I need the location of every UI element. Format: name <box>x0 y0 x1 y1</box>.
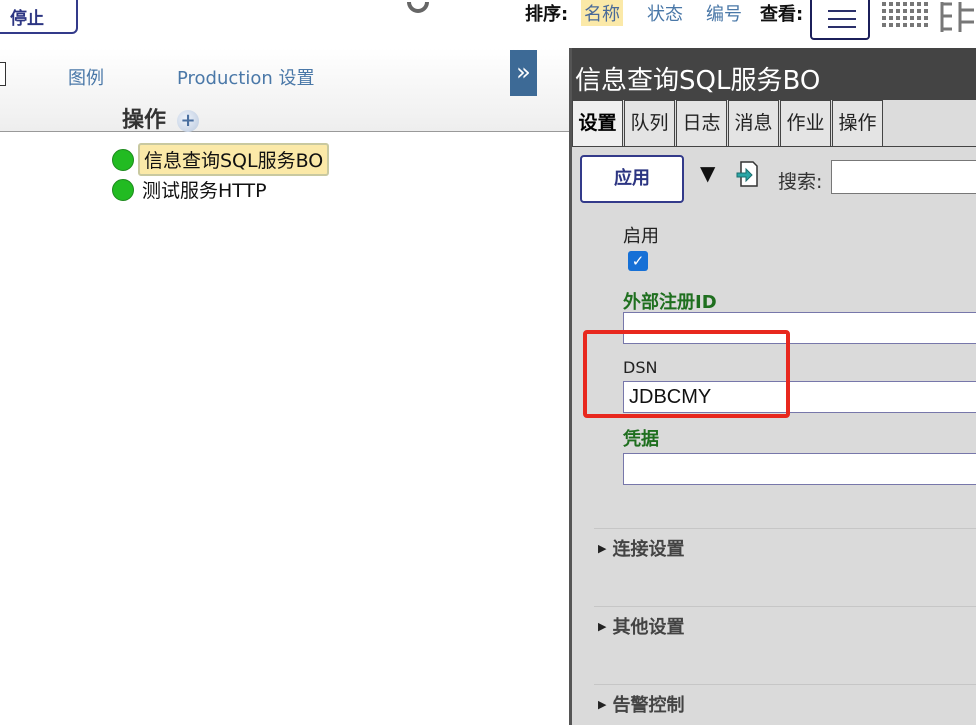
dropdown-triangle-icon[interactable]: ▼ <box>700 161 715 185</box>
enabled-label: 启用 <box>623 226 659 247</box>
refresh-spinner-icon <box>407 1 429 13</box>
credentials-label: 凭据 <box>623 429 659 450</box>
section-connection-settings[interactable]: ▶ 连接设置 <box>594 528 976 560</box>
expand-caret-icon: ▶ <box>598 620 607 633</box>
enabled-checkbox[interactable]: ✓ <box>628 251 648 271</box>
settings-detail-pane: 信息查询SQL服务BO 设置 队列 日志 消息 作业 操作 应用 ▼ 搜索: 启… <box>572 48 976 725</box>
service-label[interactable]: 信息查询SQL服务BO <box>138 143 330 176</box>
sort-option-status[interactable]: 状态 <box>644 0 686 26</box>
external-id-label: 外部注册ID <box>623 292 717 313</box>
section-header[interactable]: ▶ 其他设置 <box>598 613 684 639</box>
view-grid-icon[interactable] <box>880 0 930 36</box>
expand-caret-icon: ▶ <box>598 542 607 555</box>
tab-queue[interactable]: 队列 <box>624 100 675 146</box>
service-label[interactable]: 测试服务HTTP <box>138 175 271 204</box>
view-list-button[interactable] <box>810 0 870 40</box>
section-other-settings[interactable]: ▶ 其他设置 <box>594 606 976 638</box>
add-operation-icon[interactable]: + <box>177 110 199 132</box>
section-alert-control[interactable]: ▶ 告警控制 <box>594 684 976 716</box>
view-columns-icon[interactable] <box>938 0 976 36</box>
left-pane-header: 图例 Production 设置 » 操作 + <box>0 48 570 133</box>
tab-messages[interactable]: 消息 <box>728 100 779 146</box>
credentials-field[interactable] <box>623 453 976 485</box>
section-header[interactable]: ▶ 告警控制 <box>598 691 684 717</box>
detail-title: 信息查询SQL服务BO <box>575 66 821 96</box>
tab-jobs[interactable]: 作业 <box>780 100 831 146</box>
export-document-icon[interactable] <box>735 161 759 187</box>
tab-legend[interactable]: 图例 <box>68 64 104 90</box>
settings-form: 应用 ▼ 搜索: 启用 ✓ 外部注册ID DSN 凭据 ▶连接设置 ▶其他设置 … <box>572 147 976 725</box>
collapse-button[interactable]: » <box>510 50 537 96</box>
status-ok-icon <box>112 149 134 171</box>
production-diagram-pane: 图例 Production 设置 » 操作 + 信息查询SQL服务BO 测试服务… <box>0 48 570 725</box>
sort-option-name[interactable]: 名称 <box>581 0 623 26</box>
left-edge-control[interactable] <box>0 62 6 86</box>
tab-log[interactable]: 日志 <box>676 100 727 146</box>
sort-label: 排序: <box>525 4 569 25</box>
sort-option-number[interactable]: 编号 <box>703 0 745 26</box>
status-ok-icon <box>112 179 134 201</box>
view-label: 查看: <box>760 4 804 25</box>
tab-settings[interactable]: 设置 <box>572 100 623 148</box>
section-header[interactable]: ▶ 连接设置 <box>598 535 684 561</box>
search-input[interactable] <box>831 160 976 194</box>
annotation-highlight-box <box>583 330 790 418</box>
tab-production-settings[interactable]: Production 设置 <box>177 64 315 90</box>
top-toolbar: 停止 排序: 名称 状态 编号 查看: <box>0 0 976 46</box>
tab-actions[interactable]: 操作 <box>832 100 883 146</box>
apply-button[interactable]: 应用 <box>580 155 684 203</box>
stop-button[interactable]: 停止 <box>0 0 78 34</box>
operations-heading: 操作 <box>122 108 167 133</box>
expand-caret-icon: ▶ <box>598 698 607 711</box>
search-label: 搜索: <box>778 171 823 193</box>
